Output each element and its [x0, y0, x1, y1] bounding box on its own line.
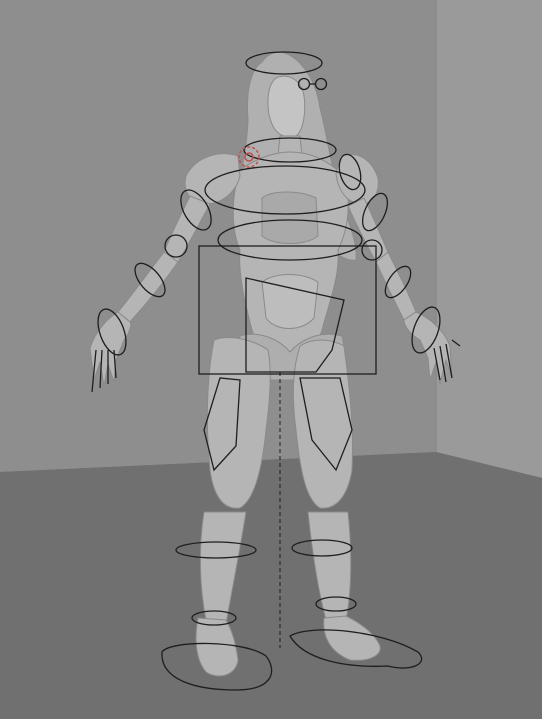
side-wall	[436, 0, 542, 478]
chest-plate	[261, 191, 319, 244]
floor	[0, 452, 542, 719]
viewport-canvas[interactable]	[0, 0, 542, 719]
abdomen-plate	[261, 274, 319, 329]
3d-viewport[interactable]	[0, 0, 542, 719]
